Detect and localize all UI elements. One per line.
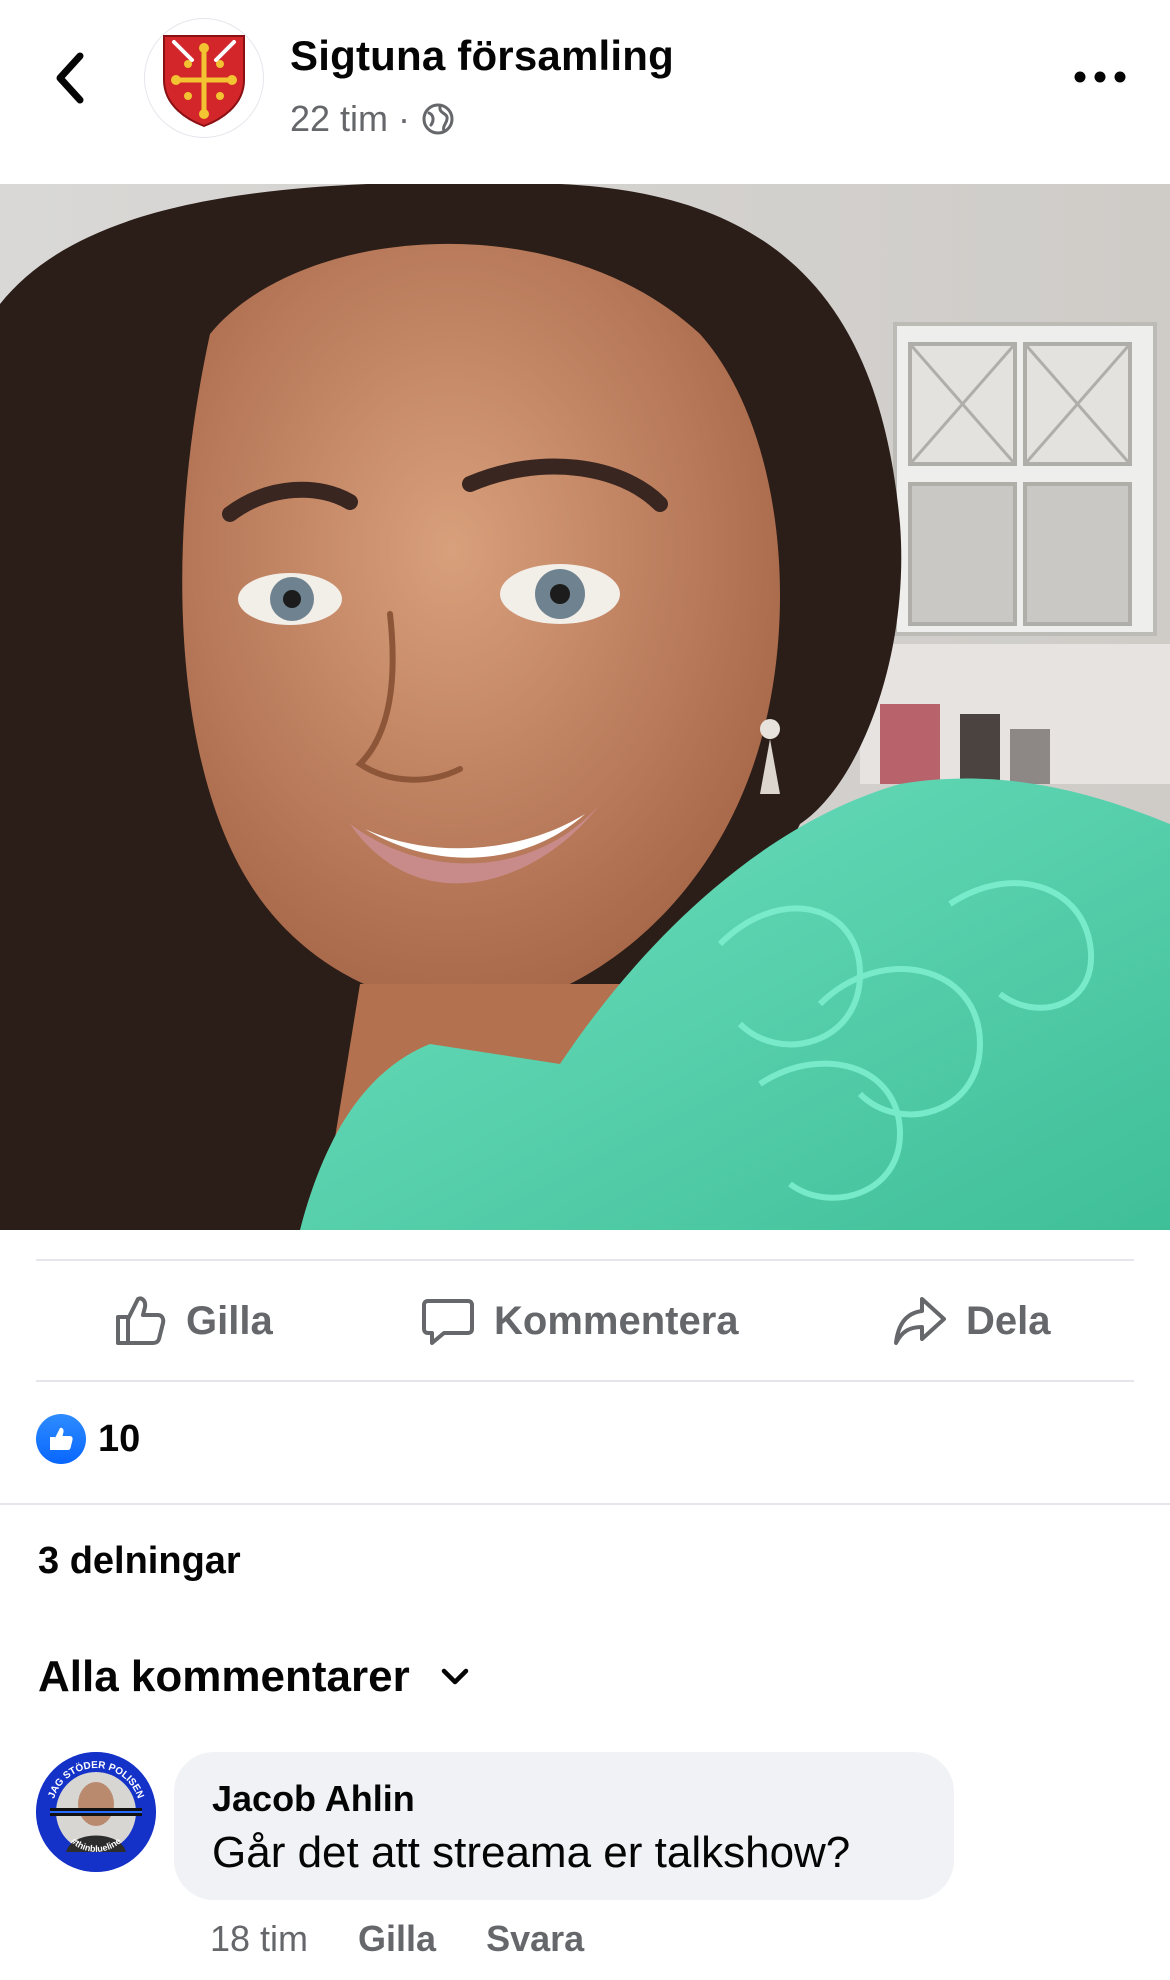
comment-text: Går det att streama er talkshow? xyxy=(212,1828,851,1877)
comment-avatar[interactable]: JAG STÖDER POLISEN #thinblueline xyxy=(36,1752,156,1872)
page-name[interactable]: Sigtuna församling xyxy=(290,32,674,80)
shares-count[interactable]: 3 delningar xyxy=(38,1540,241,1583)
post-meta: 22 tim · xyxy=(290,98,456,140)
post-header: Sigtuna församling 22 tim · xyxy=(0,0,1170,184)
comment-button[interactable]: Kommentera xyxy=(420,1293,739,1349)
avatar-badge-logo: JAG STÖDER POLISEN #thinblueline xyxy=(36,1752,156,1872)
share-label: Dela xyxy=(966,1298,1051,1343)
like-label: Gilla xyxy=(186,1298,273,1343)
comment-label: Kommentera xyxy=(494,1298,739,1343)
share-button[interactable]: Dela xyxy=(892,1293,1051,1349)
divider-bottom xyxy=(36,1380,1134,1382)
chevron-down-icon xyxy=(441,1668,468,1685)
divider-top xyxy=(36,1259,1134,1261)
like-reaction-icon xyxy=(36,1414,86,1464)
reactions-summary[interactable]: 10 xyxy=(36,1414,140,1464)
more-options-button[interactable] xyxy=(1060,52,1140,102)
thumbs-up-icon xyxy=(116,1296,166,1345)
more-dots-icon xyxy=(1074,71,1126,83)
share-arrow-icon xyxy=(894,1297,946,1345)
page-avatar[interactable] xyxy=(144,18,264,138)
comment-reply-button[interactable]: Svara xyxy=(486,1918,584,1960)
comment-time[interactable]: 18 tim xyxy=(210,1918,308,1960)
comments-filter-label: Alla kommentarer xyxy=(38,1652,410,1701)
meta-separator: · xyxy=(398,98,411,139)
comment-author[interactable]: Jacob Ahlin xyxy=(212,1778,916,1820)
post-time[interactable]: 22 tim xyxy=(290,98,388,140)
like-count: 10 xyxy=(98,1417,141,1460)
comment-bubble[interactable]: Jacob Ahlin Går det att streama er talks… xyxy=(174,1752,954,1900)
photo-portrait xyxy=(0,184,1170,1230)
chevron-left-icon xyxy=(56,52,84,104)
comment-meta: 18 tim Gilla Svara xyxy=(210,1918,584,1960)
globe-icon xyxy=(422,103,454,135)
comments-filter[interactable]: Alla kommentarer xyxy=(38,1652,470,1702)
comment-like-button[interactable]: Gilla xyxy=(358,1918,436,1960)
post-actions: Gilla Kommentera Dela xyxy=(36,1262,1134,1380)
post-photo[interactable] xyxy=(0,184,1170,1230)
comment-bubble-icon xyxy=(422,1299,474,1345)
back-button[interactable] xyxy=(40,48,100,108)
divider-full xyxy=(0,1503,1170,1505)
like-button[interactable]: Gilla xyxy=(112,1293,273,1349)
coat-of-arms-logo xyxy=(163,35,245,128)
